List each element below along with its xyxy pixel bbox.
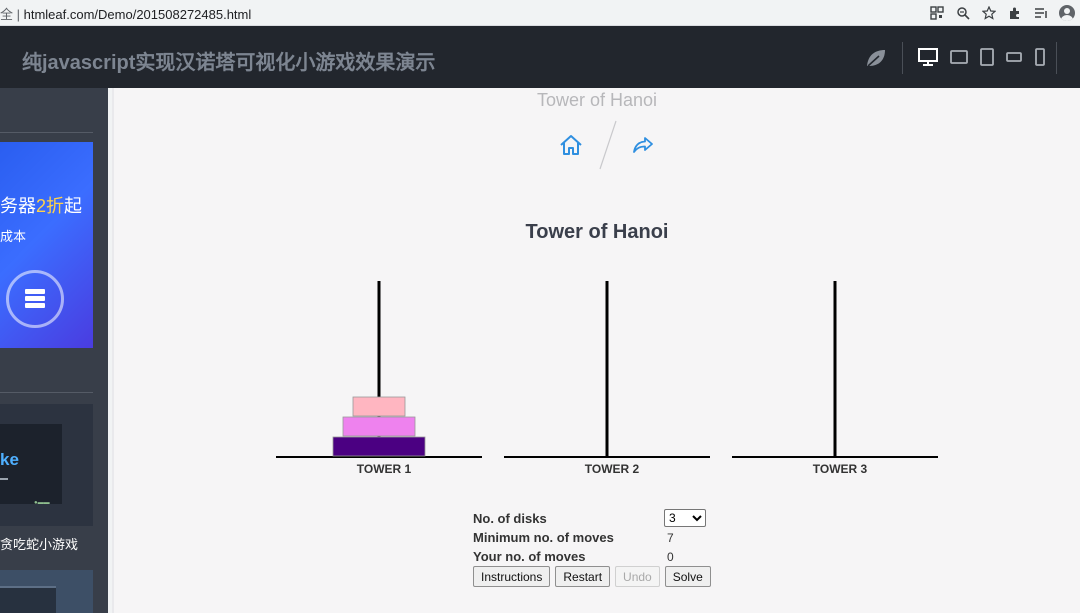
tower-label-3: TOWER 3 bbox=[812, 462, 868, 476]
solve-button[interactable]: Solve bbox=[664, 566, 711, 587]
site-title: 纯javascript实现汉诺塔可视化小游戏效果演示 bbox=[22, 52, 436, 74]
sidebar-divider bbox=[0, 132, 93, 133]
your-moves-row: Your no. of moves 0 bbox=[473, 547, 733, 566]
site-header: 纯javascript实现汉诺塔可视化小游戏效果演示 bbox=[0, 26, 1080, 88]
sidebar: 务器2折起 成本 ke ●▬▬ 贪吃蛇小游戏 bbox=[0, 88, 108, 613]
min-moves-row: Minimum no. of moves 7 bbox=[473, 528, 733, 547]
game-buttons: Instructions Restart Undo Solve bbox=[473, 566, 716, 587]
undo-button[interactable]: Undo bbox=[615, 566, 660, 587]
server-icon bbox=[6, 270, 64, 328]
your-moves-value: 0 bbox=[667, 550, 674, 564]
min-moves-label: Minimum no. of moves bbox=[473, 530, 614, 545]
ad-headline-highlight: 2折 bbox=[36, 196, 65, 216]
url-text: htmleaf.com/Demo/201508272485.html bbox=[23, 7, 252, 22]
tower-label-1: TOWER 1 bbox=[356, 462, 412, 476]
disks-row: No. of disks 3 bbox=[473, 509, 733, 528]
profile-icon[interactable] bbox=[1054, 2, 1080, 24]
leaf-icon[interactable] bbox=[864, 46, 888, 70]
ad-headline-prefix: 务器 bbox=[0, 196, 36, 216]
disks-select[interactable]: 3 bbox=[664, 509, 706, 527]
playlist-icon[interactable] bbox=[1028, 2, 1054, 24]
ad-subline: 成本 bbox=[0, 229, 27, 244]
phone-portrait-icon[interactable] bbox=[1032, 44, 1048, 70]
tower-label-2: TOWER 2 bbox=[584, 462, 640, 476]
tablet-landscape-icon[interactable] bbox=[948, 44, 970, 70]
phone-landscape-icon[interactable] bbox=[1005, 44, 1023, 70]
star-icon[interactable] bbox=[976, 2, 1002, 24]
zoom-icon[interactable] bbox=[950, 2, 976, 24]
desktop-icon[interactable] bbox=[916, 44, 940, 70]
extensions-icon[interactable] bbox=[1002, 2, 1028, 24]
ad-headline-suffix: 起 bbox=[64, 196, 83, 216]
url-field[interactable]: 全 | htmleaf.com/Demo/201508272485.html bbox=[0, 4, 251, 23]
tablet-portrait-icon[interactable] bbox=[978, 44, 996, 70]
browser-address-bar: 全 | htmleaf.com/Demo/201508272485.html bbox=[0, 0, 1080, 26]
header-divider bbox=[902, 42, 903, 74]
security-label: 全 | bbox=[0, 7, 20, 22]
instructions-button[interactable]: Instructions bbox=[473, 566, 551, 587]
thumbnail-2-screen bbox=[0, 586, 56, 613]
ad-headline: 务器2折起 bbox=[0, 192, 82, 218]
sidebar-item-caption[interactable]: 贪吃蛇小游戏 bbox=[0, 534, 78, 553]
restart-button[interactable]: Restart bbox=[555, 566, 611, 587]
sidebar-divider-2 bbox=[0, 392, 93, 393]
thumbnail-logo: ●▬▬ bbox=[34, 500, 50, 506]
sidebar-thumbnail[interactable]: ke ●▬▬ bbox=[0, 404, 93, 526]
thumbnail-dash bbox=[0, 478, 8, 480]
disk-1[interactable] bbox=[352, 396, 406, 417]
disk-2[interactable] bbox=[342, 416, 416, 437]
thumbnail-word: ke bbox=[0, 450, 19, 469]
min-moves-value: 7 bbox=[667, 531, 674, 545]
sidebar-ad-banner[interactable]: 务器2折起 成本 bbox=[0, 142, 93, 348]
qr-icon[interactable] bbox=[924, 2, 950, 24]
disk-3[interactable] bbox=[332, 436, 426, 457]
main-content: Tower of Hanoi Tower of Hanoi TOWER 1 TO… bbox=[112, 88, 1080, 613]
sidebar-thumbnail-2[interactable] bbox=[0, 570, 93, 613]
header-divider-right bbox=[1056, 42, 1057, 74]
your-moves-label: Your no. of moves bbox=[473, 549, 586, 564]
game-controls-panel: No. of disks 3 Minimum no. of moves 7 Yo… bbox=[473, 509, 733, 566]
disks-label: No. of disks bbox=[473, 511, 547, 526]
